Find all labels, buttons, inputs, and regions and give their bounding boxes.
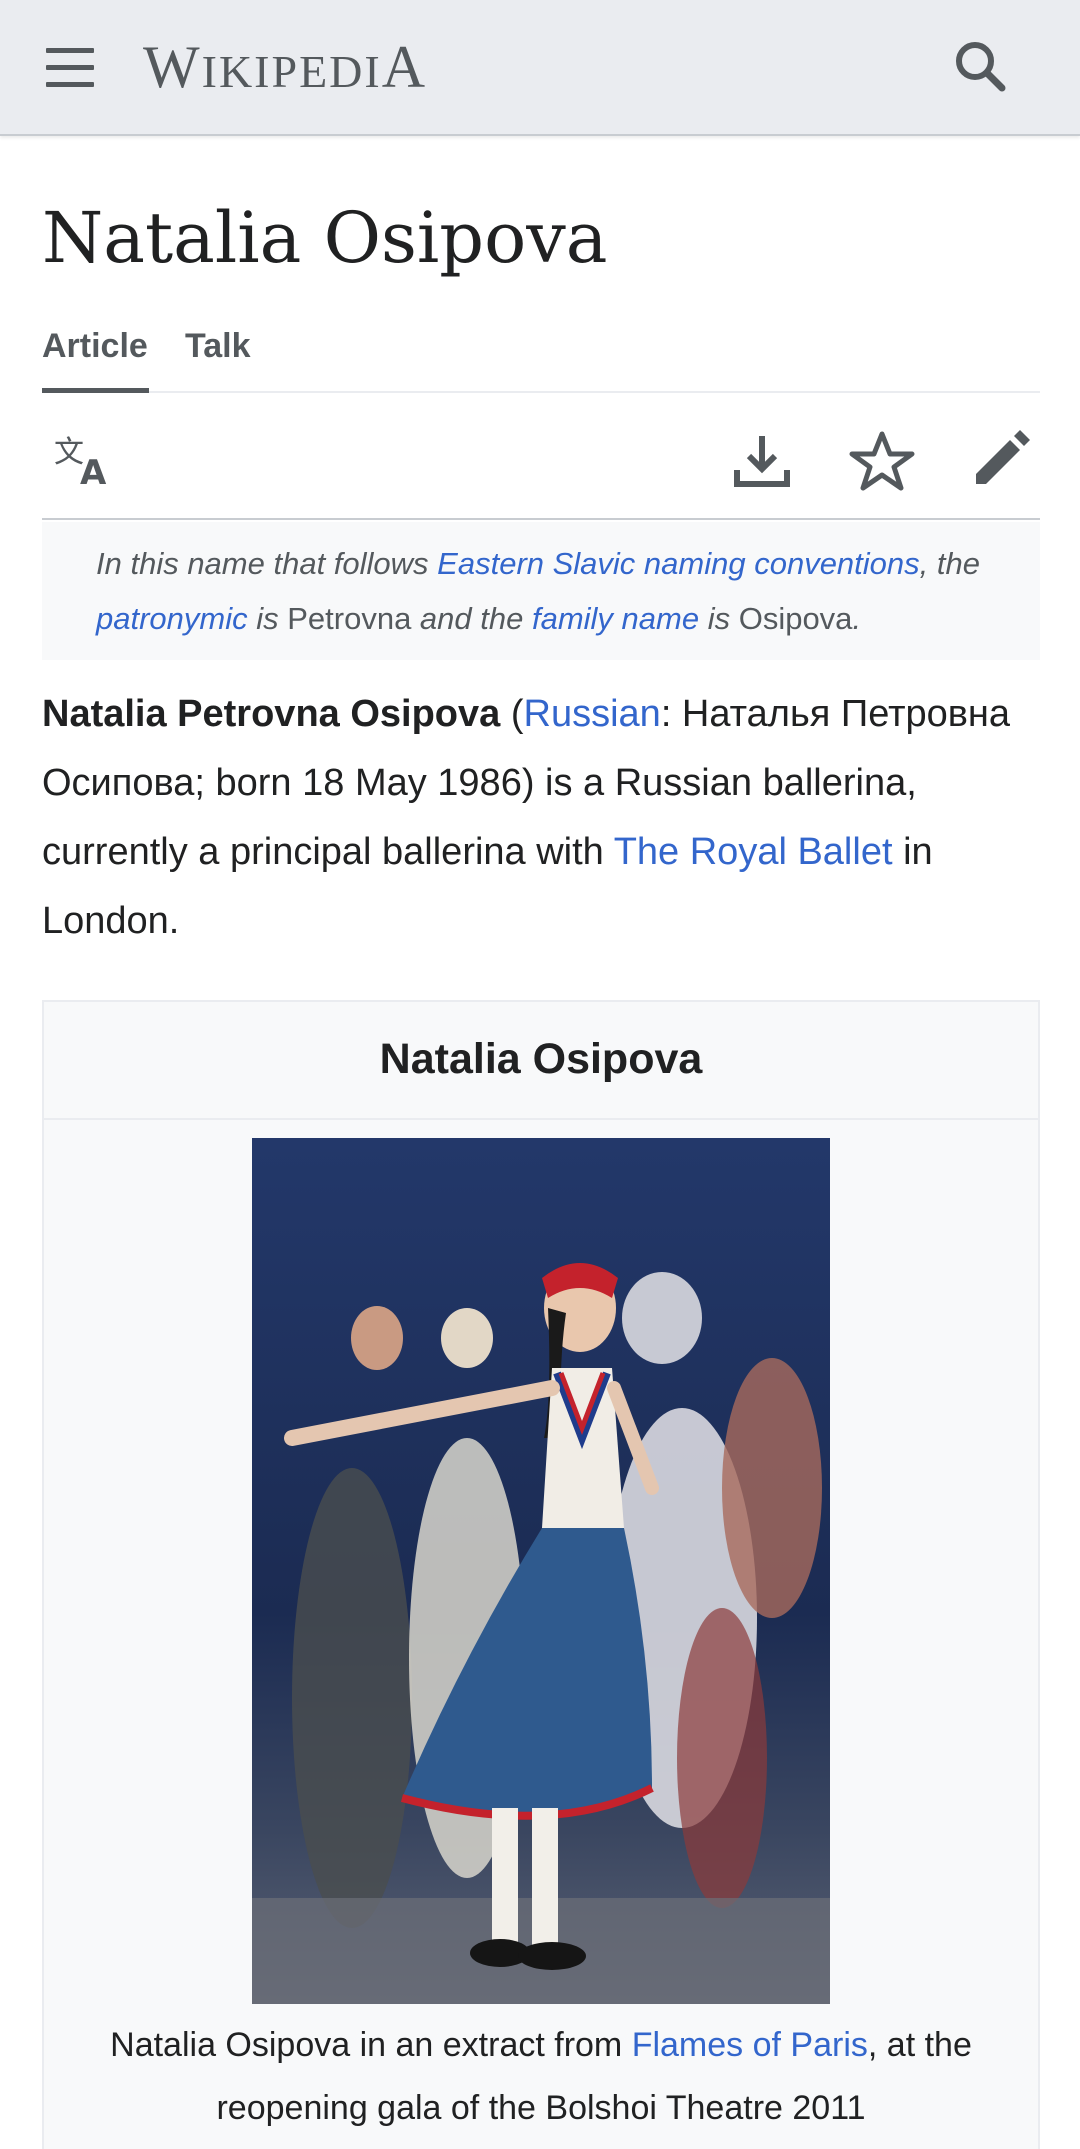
link-patronymic[interactable]: patronymic: [96, 601, 248, 636]
caption-text: Natalia Osipova in an extract from: [110, 2026, 632, 2064]
hatnote-text: is: [247, 601, 288, 636]
star-icon[interactable]: [842, 422, 922, 502]
link-russian[interactable]: Russian: [524, 693, 661, 735]
infobox-title: Natalia Osipova: [44, 1002, 1038, 1120]
tab-talk[interactable]: Talk: [185, 318, 251, 392]
page-title: Natalia Osipova: [42, 197, 608, 279]
hatnote-family-value: Osipova: [738, 601, 853, 636]
hatnote-text: , the: [919, 546, 980, 581]
page-actions-bar: 文 A: [42, 412, 1040, 522]
infobox-image[interactable]: [252, 1138, 830, 2004]
wordmark-middle: IKIPEDI: [201, 46, 382, 97]
wikipedia-wordmark[interactable]: WIKIPEDIA: [143, 30, 427, 104]
lead-paragraph: Natalia Petrovna Osipova (Russian: Натал…: [42, 680, 1042, 956]
tab-article[interactable]: Article: [42, 318, 148, 392]
language-icon[interactable]: 文 A: [50, 422, 130, 502]
actions-divider: [42, 518, 1040, 520]
lead-text: (: [500, 693, 524, 735]
search-icon[interactable]: [946, 32, 1016, 102]
infobox-caption: Natalia Osipova in an extract from Flame…: [64, 2014, 1018, 2140]
top-header: WIKIPEDIA: [0, 0, 1080, 136]
hatnote-text: is: [699, 601, 739, 636]
download-icon[interactable]: [722, 422, 802, 502]
svg-text:A: A: [80, 453, 107, 493]
menu-icon[interactable]: [38, 36, 102, 100]
hatnote-patronymic-value: Petrovna: [287, 601, 412, 636]
wordmark-last: A: [381, 34, 428, 100]
link-family-name[interactable]: family name: [532, 601, 699, 636]
link-eastern-slavic-naming[interactable]: Eastern Slavic naming conventions: [437, 546, 919, 581]
wordmark-first: W: [143, 34, 202, 100]
link-flames-of-paris[interactable]: Flames of Paris: [632, 2026, 868, 2064]
tabs-divider: [42, 391, 1040, 393]
active-tab-indicator: [42, 388, 149, 393]
hatnote-text: .: [852, 601, 862, 636]
hatnote-text: and the: [411, 601, 532, 636]
hatnote-text: In this name that follows: [96, 546, 438, 581]
infobox: Natalia Osipova Natalia Osipova in an ex…: [42, 1000, 1040, 2149]
hatnote: In this name that follows Eastern Slavic…: [42, 522, 1040, 660]
link-royal-ballet[interactable]: The Royal Ballet: [614, 831, 893, 873]
edit-icon[interactable]: [960, 422, 1040, 502]
lead-bold-name: Natalia Petrovna Osipova: [42, 693, 501, 735]
